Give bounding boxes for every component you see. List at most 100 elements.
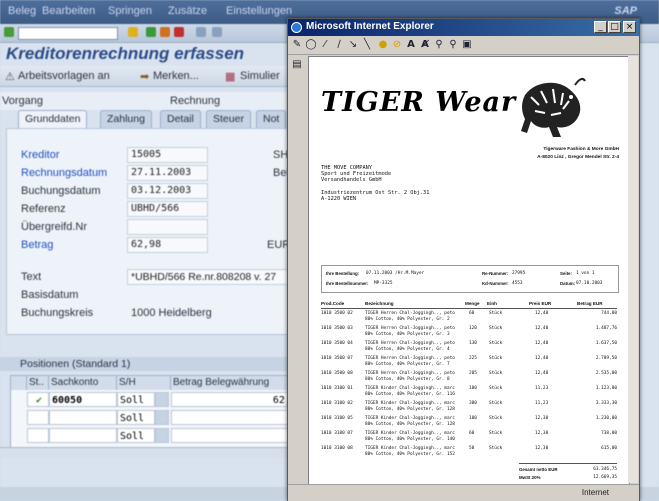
crosscomp-input[interactable] bbox=[127, 219, 208, 235]
menu-einstellungen[interactable]: Einstellungen bbox=[226, 5, 292, 17]
arrow-icon[interactable]: ↘ bbox=[347, 39, 359, 51]
item-quantity: 205 bbox=[469, 371, 477, 376]
tab-zahlung[interactable]: Zahlung bbox=[100, 110, 152, 128]
row-account-input[interactable]: 60050 bbox=[49, 392, 117, 407]
net-total-value: 63.346,75 bbox=[593, 467, 617, 472]
grid-header-amount[interactable]: Betrag Belegwährung bbox=[171, 376, 301, 390]
row-amount-input[interactable]: 62,9 bbox=[171, 392, 301, 407]
simulate-button[interactable]: Simulier bbox=[240, 70, 280, 82]
find-icon[interactable] bbox=[212, 27, 222, 37]
highlight-icon[interactable]: ● bbox=[377, 39, 389, 51]
stroke-icon[interactable]: ╲ bbox=[361, 39, 373, 51]
item-unit: Stück bbox=[489, 431, 503, 436]
text-icon[interactable]: A bbox=[405, 39, 417, 51]
enter-icon[interactable] bbox=[4, 27, 14, 37]
item-unit: Stück bbox=[489, 416, 503, 421]
tab-notiz[interactable]: Not bbox=[256, 110, 287, 128]
select-icon[interactable]: ◯ bbox=[305, 39, 317, 51]
item-unit: Stück bbox=[489, 386, 503, 391]
tab-grunddaten[interactable]: Grunddaten bbox=[18, 110, 88, 128]
work-templates-button[interactable]: Arbeitsvorlagen an bbox=[18, 70, 110, 82]
text-input[interactable]: *UBHD/566 Re.nr.808208 v. 27 bbox=[127, 269, 297, 285]
marker-icon[interactable]: ⊘ bbox=[391, 39, 403, 51]
item-code: 1010 3500 02 bbox=[321, 311, 353, 316]
cancel-icon[interactable] bbox=[174, 27, 184, 37]
item-description: TIGER Herren Chal-Joggingh.., peto bbox=[365, 341, 455, 346]
item-code: 1010 3500 03 bbox=[321, 326, 353, 331]
item-description-detail: 80% Cotton, 40% Polyester, Gr. 140 bbox=[365, 437, 455, 442]
vorgang-select[interactable]: Rechnung bbox=[170, 95, 220, 107]
field-label-uebergreifd: Übergreifd.Nr bbox=[21, 221, 88, 233]
page-label: Seite: bbox=[560, 271, 572, 276]
row-account-input[interactable] bbox=[49, 410, 117, 425]
ie-vertical-scrollbar[interactable] bbox=[628, 56, 638, 483]
mark-icon[interactable]: ➡ bbox=[140, 70, 149, 83]
close-icon[interactable]: × bbox=[623, 21, 636, 33]
order-date-value: 07.11.2003 /Hr.M.Mayer bbox=[366, 271, 425, 276]
simulate-icon[interactable]: ▦ bbox=[225, 70, 235, 83]
text-style-icon[interactable]: Ⱥ bbox=[419, 39, 431, 51]
save-icon[interactable] bbox=[128, 27, 138, 37]
menu-beleg[interactable]: Beleg bbox=[8, 5, 36, 17]
print-icon[interactable] bbox=[196, 27, 206, 37]
reference-input[interactable]: UBHD/566 bbox=[127, 201, 208, 217]
company-code-value: 1000 Heidelberg bbox=[131, 307, 212, 319]
tab-steuer[interactable]: Steuer bbox=[206, 110, 251, 128]
internet-zone-label: Internet bbox=[581, 488, 609, 497]
maximize-icon[interactable]: □ bbox=[608, 21, 621, 33]
ie-side-panel: ▤ bbox=[288, 55, 306, 483]
item-price: 11,23 bbox=[535, 401, 549, 406]
menu-zusaetze[interactable]: Zusätze bbox=[168, 5, 207, 17]
command-field[interactable] bbox=[18, 27, 118, 40]
dropdown-icon[interactable] bbox=[155, 392, 169, 407]
row-amount-input[interactable] bbox=[171, 410, 301, 425]
text-label: Text bbox=[21, 271, 42, 283]
mark-button[interactable]: Merken... bbox=[153, 70, 199, 82]
grid-header-status[interactable]: St.. bbox=[27, 376, 49, 390]
row-sh-select[interactable]: Soll bbox=[117, 428, 155, 443]
grid-select-column[interactable] bbox=[11, 376, 27, 390]
row-amount-input[interactable] bbox=[171, 428, 301, 443]
menu-bearbeiten[interactable]: Bearbeiten bbox=[42, 5, 95, 17]
customer-number-value: 4553 bbox=[512, 281, 523, 286]
order-number-label: Ihre Bestellnummer: bbox=[326, 281, 369, 286]
open-icon[interactable]: ✎ bbox=[291, 39, 303, 51]
order-number-value: MP-3325 bbox=[374, 281, 393, 286]
grid-header-sh[interactable]: S/H bbox=[117, 376, 171, 390]
horizontal-scrollbar[interactable] bbox=[0, 447, 300, 458]
item-price: 12,40 bbox=[535, 371, 549, 376]
recipient-address: THE MOVE COMPANY Sport und Freizeitmode … bbox=[321, 165, 429, 202]
line-icon[interactable]: ∕ bbox=[333, 39, 345, 51]
dropdown-icon[interactable] bbox=[155, 428, 169, 443]
row-account-input[interactable] bbox=[49, 428, 117, 443]
pen-icon[interactable]: ⁄ bbox=[319, 39, 331, 51]
dropdown-icon[interactable] bbox=[155, 410, 169, 425]
exit-icon[interactable] bbox=[160, 27, 170, 37]
company-name: Tigerware Fashion & More GmbH bbox=[543, 147, 619, 152]
ie-titlebar[interactable]: Microsoft Internet Explorer _ □ × bbox=[288, 19, 639, 36]
minimize-icon[interactable]: _ bbox=[594, 21, 607, 33]
amount-input[interactable]: 62,98 bbox=[127, 237, 208, 253]
back-icon[interactable] bbox=[146, 27, 156, 37]
item-description-detail: 80% Cotton, 40% Polyester, Gr. 128 bbox=[365, 407, 455, 412]
zoom-out-icon[interactable]: ⚲ bbox=[447, 39, 459, 51]
zoom-in-icon[interactable]: ⚲ bbox=[433, 39, 445, 51]
menu-springen[interactable]: Springen bbox=[108, 5, 152, 17]
ie-window: Microsoft Internet Explorer _ □ × ✎ ◯ ⁄ … bbox=[287, 18, 640, 501]
col-unit: Einh bbox=[487, 301, 497, 306]
document-icon[interactable]: ▤ bbox=[291, 59, 303, 71]
invoice-date-input[interactable]: 27.11.2003 bbox=[127, 165, 208, 181]
kreditor-input[interactable]: 15005 bbox=[127, 147, 208, 163]
grid-header-account[interactable]: Sachkonto bbox=[49, 376, 117, 390]
item-price: 12,40 bbox=[535, 341, 549, 346]
item-quantity: 100 bbox=[469, 386, 477, 391]
item-price: 12,30 bbox=[535, 446, 549, 451]
ie-window-title: Microsoft Internet Explorer bbox=[306, 21, 434, 32]
page-icon[interactable]: ▣ bbox=[461, 39, 473, 51]
item-total: 1.637,50 bbox=[595, 341, 617, 346]
tab-detail[interactable]: Detail bbox=[160, 110, 201, 128]
row-sh-select[interactable]: Soll bbox=[117, 392, 155, 407]
row-sh-select[interactable]: Soll bbox=[117, 410, 155, 425]
posting-date-input[interactable]: 03.12.2003 bbox=[127, 183, 208, 199]
templates-icon[interactable]: ⚠ bbox=[5, 70, 15, 83]
